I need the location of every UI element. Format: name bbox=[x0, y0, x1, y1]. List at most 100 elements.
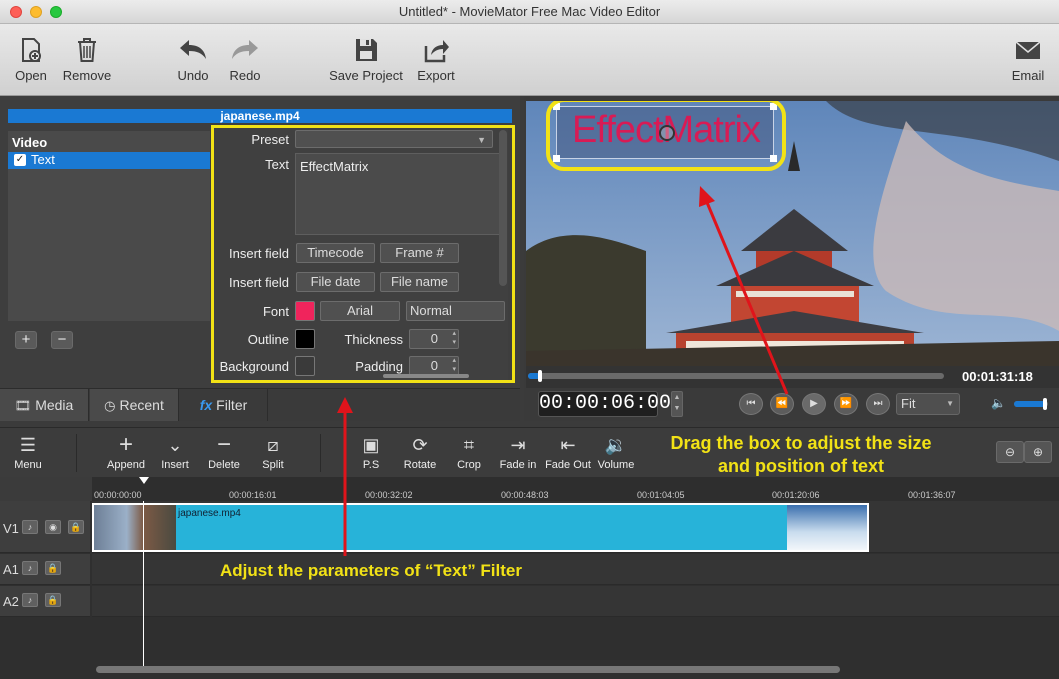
zoom-select[interactable]: Fit ▼ bbox=[896, 393, 960, 415]
lock-icon[interactable]: 🔒 bbox=[68, 520, 84, 534]
playhead-marker[interactable] bbox=[139, 477, 149, 484]
insert-button[interactable]: ⌄ Insert bbox=[156, 434, 194, 471]
volume-handle[interactable] bbox=[1043, 398, 1047, 410]
track-header-a2: A2 ♪ 🔒 bbox=[0, 586, 90, 617]
lock-icon[interactable]: 🔒 bbox=[45, 561, 61, 575]
timeline-ruler[interactable]: 00:00:00:00 00:00:16:01 00:00:32:02 00:0… bbox=[92, 477, 1059, 501]
ruler-tick: 00:00:00:00 bbox=[94, 490, 142, 500]
timeline-tracks: V1 ♪ ◉ 🔒 japanese.mp4 A1 ♪ 🔒 A2 ♪ 🔒 bbox=[0, 501, 1059, 679]
add-filter-button[interactable]: + bbox=[15, 331, 37, 349]
email-button[interactable]: Email bbox=[1008, 36, 1048, 83]
redo-label: Redo bbox=[229, 68, 261, 83]
fade-out-button[interactable]: ⇤ Fade Out bbox=[543, 434, 593, 471]
redo-button[interactable]: Redo bbox=[226, 36, 264, 83]
skip-to-end-button[interactable]: ⏭ bbox=[866, 393, 890, 415]
email-envelope-icon bbox=[1015, 41, 1041, 59]
zoom-out-button[interactable]: ⊖ bbox=[996, 441, 1024, 463]
film-icon: 🎞 bbox=[14, 398, 32, 413]
split-button[interactable]: ⧄ Split bbox=[256, 434, 290, 471]
ps-button[interactable]: ▣ P.S bbox=[356, 434, 386, 471]
menu-button[interactable]: ☰ Menu bbox=[10, 434, 46, 471]
filter-list-header: Video bbox=[12, 135, 48, 150]
track-lane-a2[interactable] bbox=[92, 586, 1059, 617]
export-icon bbox=[424, 40, 449, 63]
track-name: A1 bbox=[3, 562, 19, 577]
main-toolbar: Open Remove Undo Redo Save Project Expor… bbox=[0, 24, 1059, 96]
mute-icon[interactable]: ♪ bbox=[22, 520, 38, 534]
open-label: Open bbox=[15, 68, 47, 83]
tab-media[interactable]: 🎞 Media bbox=[0, 389, 89, 421]
duration-display: 00:01:31:18 bbox=[962, 369, 1033, 384]
skip-to-start-button[interactable]: ⏮ bbox=[739, 393, 763, 415]
filter-list: Video ✓ Text bbox=[8, 131, 210, 321]
checkbox-checked-icon[interactable]: ✓ bbox=[14, 154, 26, 166]
export-button[interactable]: Export bbox=[414, 36, 458, 83]
clock-icon: ◷ bbox=[104, 398, 116, 413]
rotate-button[interactable]: ⟳ Rotate bbox=[400, 434, 440, 471]
fade-in-button[interactable]: ⇥ Fade in bbox=[497, 434, 539, 471]
ruler-tick: 00:00:16:01 bbox=[229, 490, 277, 500]
annotation-drag-box: Drag the box to adjust the size and posi… bbox=[670, 433, 932, 476]
lock-icon[interactable]: 🔒 bbox=[45, 593, 61, 607]
rewind-button[interactable]: ⏪ bbox=[770, 393, 794, 415]
chevron-down-icon: ⌄ bbox=[167, 435, 183, 455]
preview-panel: EffectMatrix 00:01:31:18 00:00:06:00 ▲ ▼ … bbox=[524, 96, 1059, 421]
undo-label: Undo bbox=[177, 68, 209, 83]
ruler-tick: 00:01:36:07 bbox=[908, 490, 956, 500]
open-button[interactable]: Open bbox=[13, 36, 49, 83]
fast-forward-icon: ⏩ bbox=[839, 398, 853, 409]
filter-list-item-text[interactable]: ✓ Text bbox=[8, 152, 210, 169]
ruler-tick: 00:00:32:02 bbox=[365, 490, 413, 500]
timeline-horizontal-scrollbar[interactable] bbox=[96, 666, 840, 673]
title-bar: Untitled* - MovieMator Free Mac Video Ed… bbox=[0, 0, 1059, 24]
delete-button[interactable]: − Delete bbox=[204, 431, 244, 472]
crop-button[interactable]: ⌗ Crop bbox=[454, 434, 484, 471]
app-window: Untitled* - MovieMator Free Mac Video Ed… bbox=[0, 0, 1059, 679]
undo-button[interactable]: Undo bbox=[174, 36, 212, 83]
plus-icon: + bbox=[118, 431, 133, 458]
delete-label: Delete bbox=[208, 459, 240, 471]
tab-filter[interactable]: fx Filter bbox=[180, 389, 268, 421]
fade-out-icon: ⇤ bbox=[560, 435, 576, 455]
fast-forward-button[interactable]: ⏩ bbox=[834, 393, 858, 415]
minus-icon: − bbox=[216, 431, 231, 458]
mute-icon[interactable]: ♪ bbox=[22, 593, 38, 607]
remove-button[interactable]: Remove bbox=[60, 36, 114, 83]
append-button[interactable]: + Append bbox=[104, 431, 148, 472]
video-preview[interactable]: EffectMatrix bbox=[526, 101, 1059, 366]
remove-label: Remove bbox=[62, 68, 112, 83]
track-header-a1: A1 ♪ 🔒 bbox=[0, 554, 90, 585]
eye-icon[interactable]: ◉ bbox=[45, 520, 61, 534]
volume-button[interactable]: 🔉 Volume bbox=[596, 434, 636, 471]
rotate-icon: ⟳ bbox=[412, 435, 428, 455]
tab-recent[interactable]: ◷ Recent bbox=[90, 389, 179, 421]
insert-label: Insert bbox=[161, 459, 189, 471]
properties-highlight-box bbox=[211, 125, 515, 383]
play-button[interactable]: ▶ bbox=[802, 393, 826, 415]
scrub-track[interactable] bbox=[528, 373, 944, 379]
remove-filter-button[interactable]: − bbox=[51, 331, 73, 349]
crop-icon: ⌗ bbox=[463, 435, 475, 455]
speaker-icon[interactable]: 🔈 bbox=[991, 396, 1006, 410]
window-title: Untitled* - MovieMator Free Mac Video Ed… bbox=[398, 4, 661, 19]
tab-filter-label: Filter bbox=[216, 397, 248, 413]
track-name: V1 bbox=[3, 521, 19, 536]
toolbar-divider bbox=[76, 434, 77, 472]
volume-level bbox=[1014, 401, 1045, 407]
mute-icon[interactable]: ♪ bbox=[22, 561, 38, 575]
zoom-value: Fit bbox=[901, 396, 916, 411]
track-lane-v1[interactable]: japanese.mp4 bbox=[92, 501, 1059, 553]
filter-panel: japanese.mp4 Video ✓ Text + − Preset ▼ T… bbox=[0, 96, 520, 421]
timecode-field[interactable]: 00:00:06:00 bbox=[538, 391, 671, 417]
video-clip[interactable]: japanese.mp4 bbox=[92, 503, 869, 552]
fade-out-label: Fade Out bbox=[545, 459, 591, 471]
clip-end-thumbnail bbox=[787, 505, 867, 550]
crop-label: Crop bbox=[457, 459, 481, 471]
playhead-line bbox=[143, 501, 144, 666]
timecode-stepper[interactable]: ▲ ▼ bbox=[671, 391, 683, 417]
save-project-button[interactable]: Save Project bbox=[326, 36, 406, 83]
split-blade-icon: ⧄ bbox=[267, 435, 279, 455]
skip-end-icon: ⏭ bbox=[873, 398, 883, 409]
zoom-in-button[interactable]: ⊕ bbox=[1024, 441, 1052, 463]
scrub-handle[interactable] bbox=[538, 370, 542, 382]
